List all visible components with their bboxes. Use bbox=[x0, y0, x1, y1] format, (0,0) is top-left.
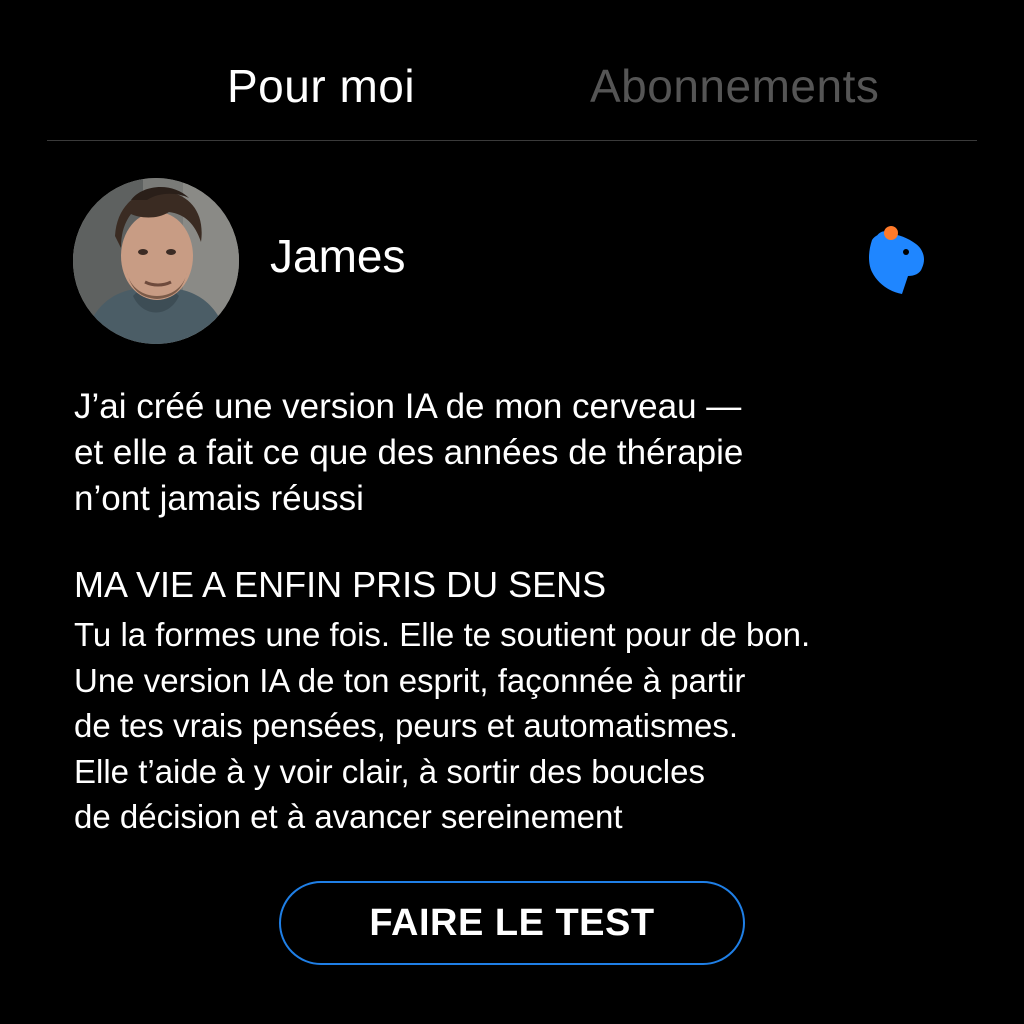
post-headline: MA VIE A ENFIN PRIS DU SENS bbox=[74, 564, 607, 605]
feed-tabs: Pour moi Abonnements bbox=[0, 0, 1024, 142]
post-body-line: de décision et à avancer sereinement bbox=[74, 798, 623, 835]
post-body-line: Tu la formes une fois. Elle te soutient … bbox=[74, 616, 811, 653]
post-title: J’ai créé une version IA de mon cerveau … bbox=[74, 384, 954, 522]
post-body-line: Elle t’aide à y voir clair, à sortir des… bbox=[74, 752, 705, 790]
tab-abonnements[interactable]: Abonnements bbox=[590, 58, 879, 114]
post-body-line: de tes vrais pensées, peurs et automatis… bbox=[74, 707, 738, 744]
capybara-logo-icon[interactable] bbox=[862, 222, 928, 298]
post-body-line: Une version IA de ton esprit, façonnée à… bbox=[74, 661, 746, 699]
take-test-button[interactable]: FAIRE LE TEST bbox=[279, 881, 745, 965]
post-body: Tu la formes une fois. Elle te soutient … bbox=[74, 612, 974, 840]
tabs-divider bbox=[47, 140, 977, 141]
post-title-line: et elle a fait ce que des années de thér… bbox=[74, 433, 744, 472]
avatar[interactable] bbox=[73, 178, 239, 344]
tab-pour-moi[interactable]: Pour moi bbox=[227, 58, 415, 114]
post-title-line: n’ont jamais réussi bbox=[74, 479, 364, 518]
avatar-photo bbox=[73, 178, 239, 344]
author-name[interactable]: James bbox=[270, 228, 405, 284]
post-title-line: J’ai créé une version IA de mon cerveau … bbox=[74, 387, 742, 426]
